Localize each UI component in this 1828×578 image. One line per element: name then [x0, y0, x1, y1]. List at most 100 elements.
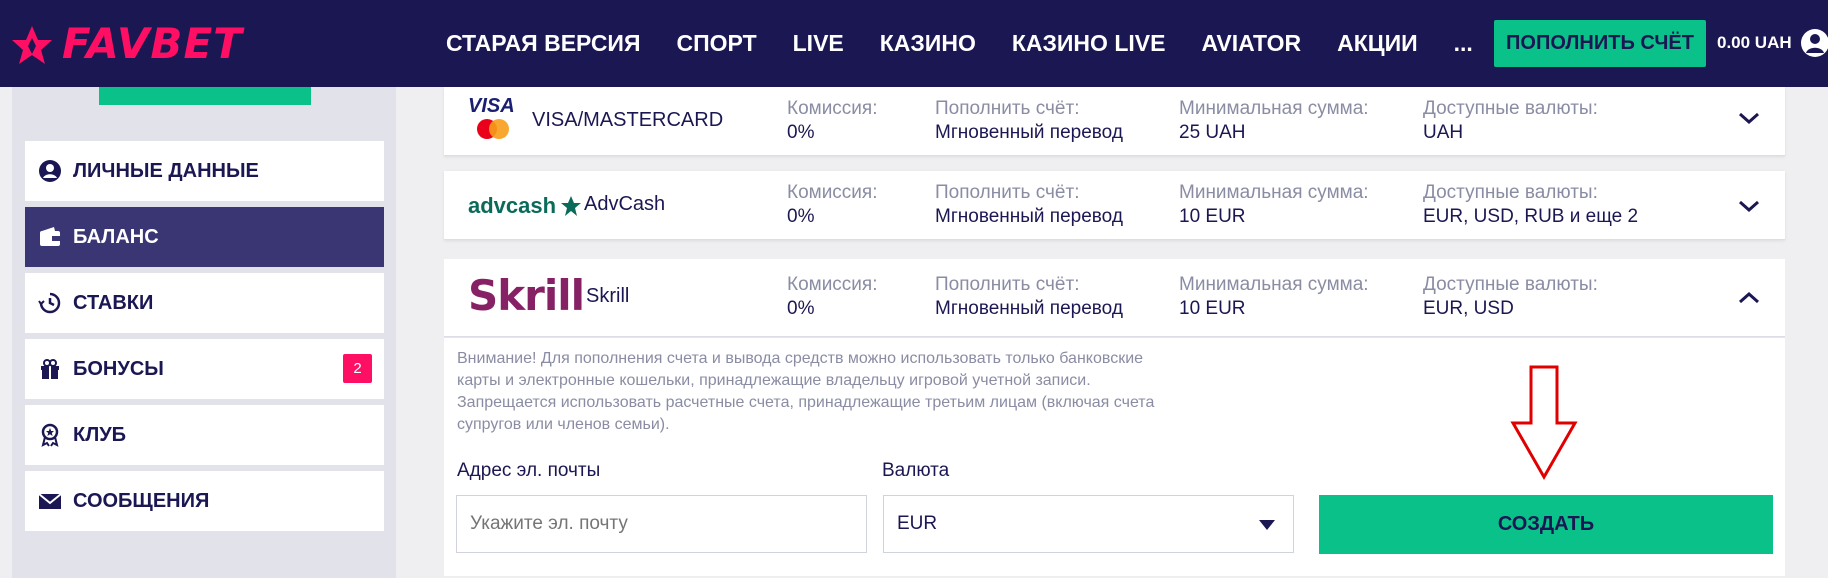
favbet-logo[interactable]: FAVBET	[12, 20, 243, 68]
commission-column: Комиссия: 0%	[787, 97, 878, 145]
commission-label: Комиссия:	[787, 274, 878, 295]
user-circle-icon	[37, 158, 63, 184]
currency-select[interactable]: EUR	[883, 495, 1294, 553]
deposit-label: Пополнить счёт:	[935, 182, 1080, 203]
gift-icon	[37, 356, 63, 382]
wallet-icon	[37, 224, 63, 250]
sidebar-item-label: ЛИЧНЫЕ ДАННЫЕ	[73, 159, 259, 182]
commission-label: Комиссия:	[787, 98, 878, 119]
chevron-down-icon[interactable]	[1736, 193, 1762, 219]
currencies-column: Доступные валюты: UAH	[1423, 97, 1598, 145]
nav-live[interactable]: LIVE	[793, 27, 844, 59]
payment-method-name: VISA/MASTERCARD	[532, 109, 724, 131]
min-amount-value: 10 EUR	[1179, 206, 1246, 227]
deposit-label: Пополнить счёт:	[935, 274, 1080, 295]
commission-column: Комиссия: 0%	[787, 273, 878, 321]
sidebar-item-club[interactable]: КЛУБ	[25, 405, 384, 465]
currency-select-value: EUR	[897, 513, 938, 534]
advcash-logo: advcash	[468, 193, 582, 219]
currencies-label: Доступные валюты:	[1423, 274, 1598, 295]
chevron-up-icon[interactable]	[1736, 285, 1762, 311]
commission-value: 0%	[787, 122, 815, 143]
sidebar-item-personal-data[interactable]: ЛИЧНЫЕ ДАННЫЕ	[25, 141, 384, 201]
bonus-count-badge: 2	[343, 354, 372, 383]
min-amount-label: Минимальная сумма:	[1179, 98, 1369, 119]
currencies-label: Доступные валюты:	[1423, 182, 1598, 203]
currencies-column: Доступные валюты: EUR, USD	[1423, 273, 1598, 321]
sidebar-item-label: КЛУБ	[73, 423, 127, 446]
currencies-value: EUR, USD, RUB и еще 2	[1423, 206, 1639, 227]
payment-method-row-expanded[interactable]: Skrill Skrill Комиссия: 0% Пополнить счё…	[444, 259, 1785, 337]
chevron-down-icon[interactable]	[1736, 105, 1762, 131]
currency-label: Валюта	[882, 460, 950, 481]
top-navigation-bar: FAVBET СТАРАЯ ВЕРСИЯ СПОРТ LIVE КАЗИНО К…	[0, 0, 1828, 87]
sidebar-item-label: СООБЩЕНИЯ	[73, 489, 210, 512]
sidebar-item-messages[interactable]: СООБЩЕНИЯ	[25, 471, 384, 531]
currencies-value: UAH	[1423, 122, 1464, 143]
deposit-label: Пополнить счёт:	[935, 98, 1080, 119]
skrill-logo-text: Skrill	[468, 271, 585, 320]
sidebar-item-label: БАЛАНС	[73, 225, 159, 248]
sidebar-item-balance[interactable]: БАЛАНС	[25, 207, 384, 267]
payment-method-name: AdvCash	[584, 193, 666, 215]
skrill-deposit-form: Внимание! Для пополнения счета и вывода …	[444, 337, 1785, 576]
min-amount-column: Минимальная сумма: 25 UAH	[1179, 97, 1369, 145]
currencies-column: Доступные валюты: EUR, USD, RUB и еще 2	[1423, 181, 1638, 229]
deposit-column: Пополнить счёт: Мгновенный перевод	[935, 273, 1123, 321]
visa-mastercard-logo: VISA	[468, 95, 515, 145]
min-amount-label: Минимальная сумма:	[1179, 182, 1369, 203]
currencies-value: EUR, USD	[1423, 298, 1514, 319]
annotation-arrow-icon	[1510, 365, 1578, 480]
commission-label: Комиссия:	[787, 182, 878, 203]
sidebar-item-label: БОНУСЫ	[73, 357, 164, 380]
min-amount-value: 10 EUR	[1179, 298, 1246, 319]
commission-column: Комиссия: 0%	[787, 181, 878, 229]
deposit-column: Пополнить счёт: Мгновенный перевод	[935, 181, 1123, 229]
nav-aviator[interactable]: AVIATOR	[1201, 27, 1301, 59]
nav-more[interactable]: ...	[1454, 27, 1473, 59]
favbet-star-icon	[12, 26, 52, 64]
sidebar-item-bets[interactable]: СТАВКИ	[25, 273, 384, 333]
nav-promotions[interactable]: АКЦИИ	[1337, 27, 1418, 59]
email-input[interactable]	[456, 495, 867, 553]
history-icon	[37, 290, 63, 316]
min-amount-label: Минимальная сумма:	[1179, 274, 1369, 295]
currencies-label: Доступные валюты:	[1423, 98, 1598, 119]
skrill-logo: Skrill	[468, 271, 585, 320]
user-icon[interactable]	[1800, 28, 1828, 58]
balance-display[interactable]: 0.00 UAH	[1717, 30, 1792, 56]
payment-methods-panel: VISA VISA/MASTERCARD Комиссия: 0% Пополн…	[444, 87, 1785, 578]
nav-sport[interactable]: СПОРТ	[677, 27, 757, 59]
deposit-value: Мгновенный перевод	[935, 206, 1123, 227]
payment-method-row[interactable]: advcash AdvCash Комиссия: 0% Пополнить с…	[444, 171, 1785, 240]
dropdown-caret-icon	[1259, 520, 1275, 530]
deposit-column: Пополнить счёт: Мгновенный перевод	[935, 97, 1123, 145]
commission-value: 0%	[787, 206, 815, 227]
advcash-logo-text: advcash	[468, 193, 557, 218]
min-amount-column: Минимальная сумма: 10 EUR	[1179, 273, 1369, 321]
payment-method-row[interactable]: VISA VISA/MASTERCARD Комиссия: 0% Пополн…	[444, 87, 1785, 156]
commission-value: 0%	[787, 298, 815, 319]
mastercard-icon	[477, 119, 509, 139]
ownership-notice: Внимание! Для пополнения счета и вывода …	[457, 350, 1155, 433]
deposit-value: Мгновенный перевод	[935, 122, 1123, 143]
sidebar-item-bonuses[interactable]: БОНУСЫ 2	[25, 339, 384, 399]
nav-old-version[interactable]: СТАРАЯ ВЕРСИЯ	[446, 27, 641, 59]
logo-text: FAVBET	[62, 19, 243, 68]
email-label: Адрес эл. почты	[457, 460, 601, 481]
min-amount-column: Минимальная сумма: 10 EUR	[1179, 181, 1369, 229]
envelope-icon	[37, 488, 63, 514]
create-button[interactable]: СОЗДАТЬ	[1319, 495, 1773, 554]
deposit-button[interactable]: ПОПОЛНИТЬ СЧЁТ	[1494, 20, 1706, 67]
advcash-star-icon	[561, 196, 582, 216]
sidebar-item-label: СТАВКИ	[73, 291, 154, 314]
nav-casino[interactable]: КАЗИНО	[880, 27, 976, 59]
award-icon	[37, 422, 63, 448]
visa-logo-text: VISA	[468, 95, 515, 117]
min-amount-value: 25 UAH	[1179, 122, 1246, 143]
nav-casino-live[interactable]: КАЗИНО LIVE	[1012, 27, 1166, 59]
deposit-value: Мгновенный перевод	[935, 298, 1123, 319]
sidebar-top-button[interactable]	[99, 87, 311, 105]
payment-method-name: Skrill	[586, 285, 630, 307]
main-nav: СТАРАЯ ВЕРСИЯ СПОРТ LIVE КАЗИНО КАЗИНО L…	[446, 27, 1509, 59]
